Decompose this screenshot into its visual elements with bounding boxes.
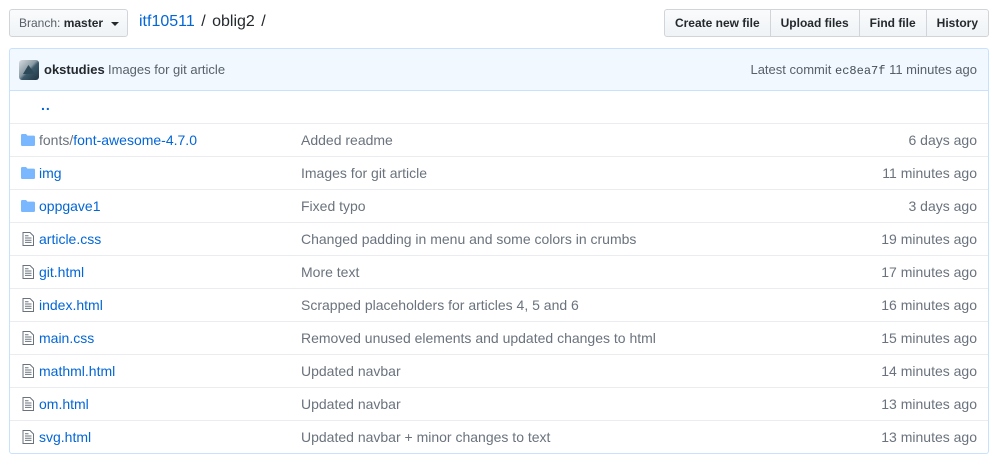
create-new-file-button[interactable]: Create new file xyxy=(663,9,771,37)
file-list: .. fonts/font-awesome-4.7.0 Added readme 6… xyxy=(9,90,989,454)
file-name[interactable]: svg.html xyxy=(39,429,91,445)
file-name[interactable]: mathml.html xyxy=(39,363,115,379)
file-row[interactable]: mathml.html Updated navbar 14 minutes ago xyxy=(10,354,988,387)
file-row[interactable]: main.css Removed unused elements and upda… xyxy=(10,321,988,354)
file-row[interactable]: fonts/font-awesome-4.7.0 Added readme 6 da… xyxy=(10,123,988,156)
file-name-link[interactable]: fonts/font-awesome-4.7.0 xyxy=(39,132,197,148)
repo-toolbar: Branch: master itf10511 / oblig2 / Creat… xyxy=(9,9,989,38)
commit-message[interactable]: Images for git article xyxy=(108,62,225,77)
file-row[interactable]: article.css Changed padding in menu and s… xyxy=(10,222,988,255)
file-row[interactable]: img Images for git article 11 minutes ago xyxy=(10,156,988,189)
file-name[interactable]: font-awesome-4.7.0 xyxy=(73,132,197,148)
breadcrumb: itf10511 / oblig2 / xyxy=(139,11,268,33)
file-commit-message[interactable]: Scrapped placeholders for articles 4, 5 … xyxy=(301,297,579,313)
file-row[interactable]: index.html Scrapped placeholders for arti… xyxy=(10,288,988,321)
commit-sha[interactable]: ec8ea7f xyxy=(835,64,885,78)
folder-icon xyxy=(20,166,36,180)
file-name[interactable]: index.html xyxy=(39,297,103,313)
file-commit-age: 15 minutes ago xyxy=(881,330,977,346)
file-commit-message[interactable]: Updated navbar xyxy=(301,363,401,379)
history-button[interactable]: History xyxy=(925,9,989,37)
file-actions: Create new file Upload files Find file H… xyxy=(663,9,989,37)
file-commit-age: 14 minutes ago xyxy=(881,363,977,379)
file-commit-message[interactable]: Removed unused elements and updated chan… xyxy=(301,330,656,346)
file-name-link[interactable]: article.css xyxy=(39,231,101,247)
latest-commit-label: Latest commit xyxy=(750,62,832,77)
chevron-down-icon xyxy=(111,21,120,26)
avatar[interactable] xyxy=(19,60,39,80)
parent-dir-row[interactable]: .. xyxy=(10,90,988,123)
upload-files-button[interactable]: Upload files xyxy=(769,9,860,37)
file-name[interactable]: main.css xyxy=(39,330,94,346)
file-commit-message[interactable]: More text xyxy=(301,264,359,280)
file-name-link[interactable]: mathml.html xyxy=(39,363,115,379)
folder-icon xyxy=(20,133,36,147)
breadcrumb-repo-link[interactable]: itf10511 xyxy=(139,13,195,30)
file-name-link[interactable]: main.css xyxy=(39,330,94,346)
file-row[interactable]: svg.html Updated navbar + minor changes t… xyxy=(10,420,988,453)
file-commit-message[interactable]: Updated navbar xyxy=(301,396,401,412)
file-commit-message[interactable]: Changed padding in menu and some colors … xyxy=(301,231,636,247)
file-commit-age: 16 minutes ago xyxy=(881,297,977,313)
file-name[interactable]: img xyxy=(39,165,62,181)
file-icon xyxy=(20,430,36,444)
file-name[interactable]: article.css xyxy=(39,231,101,247)
file-name-link[interactable]: om.html xyxy=(39,396,89,412)
file-icon xyxy=(20,397,36,411)
breadcrumb-separator: / xyxy=(201,13,206,30)
file-icon xyxy=(20,265,36,279)
file-commit-message[interactable]: Updated navbar + minor changes to text xyxy=(301,429,550,445)
file-row[interactable]: oppgave1 Fixed typo 3 days ago xyxy=(10,189,988,222)
commit-meta: Latest commit ec8ea7f 11 minutes ago xyxy=(750,62,977,78)
breadcrumb-trailing-separator: / xyxy=(261,13,266,30)
file-name-link[interactable]: git.html xyxy=(39,264,84,280)
file-commit-age: 17 minutes ago xyxy=(881,264,977,280)
file-commit-message[interactable]: Images for git article xyxy=(301,165,427,181)
file-row[interactable]: git.html More text 17 minutes ago xyxy=(10,255,988,288)
file-name-link[interactable]: svg.html xyxy=(39,429,91,445)
file-commit-message[interactable]: Fixed typo xyxy=(301,198,366,214)
find-file-button[interactable]: Find file xyxy=(858,9,927,37)
file-commit-age: 19 minutes ago xyxy=(881,231,977,247)
branch-prefix: Branch: xyxy=(19,16,61,30)
file-row[interactable]: om.html Updated navbar 13 minutes ago xyxy=(10,387,988,420)
file-commit-age: 3 days ago xyxy=(908,198,978,214)
file-commit-age: 13 minutes ago xyxy=(881,429,977,445)
file-name[interactable]: oppgave1 xyxy=(39,198,101,214)
file-name-link[interactable]: img xyxy=(39,165,62,181)
commit-author[interactable]: okstudies xyxy=(44,62,105,77)
file-icon xyxy=(20,331,36,345)
file-commit-message[interactable]: Added readme xyxy=(301,132,393,148)
latest-commit-bar: okstudies Images for git article Latest … xyxy=(9,48,989,91)
branch-name: master xyxy=(63,16,104,30)
file-commit-age: 13 minutes ago xyxy=(881,396,977,412)
file-icon xyxy=(20,232,36,246)
folder-icon xyxy=(20,199,36,213)
file-commit-age: 6 days ago xyxy=(908,132,978,148)
breadcrumb-current-dir: oblig2 xyxy=(212,13,255,30)
file-icon xyxy=(20,298,36,312)
file-name-link[interactable]: index.html xyxy=(39,297,103,313)
file-name-link[interactable]: oppgave1 xyxy=(39,198,101,214)
file-commit-age: 11 minutes ago xyxy=(882,165,977,181)
branch-select-button[interactable]: Branch: master xyxy=(9,9,128,37)
parent-dir-link[interactable]: .. xyxy=(41,97,51,113)
file-name[interactable]: git.html xyxy=(39,264,84,280)
file-icon xyxy=(20,364,36,378)
file-name[interactable]: om.html xyxy=(39,396,89,412)
commit-age: 11 minutes ago xyxy=(889,62,977,77)
file-path-prefix: fonts/ xyxy=(39,132,74,148)
